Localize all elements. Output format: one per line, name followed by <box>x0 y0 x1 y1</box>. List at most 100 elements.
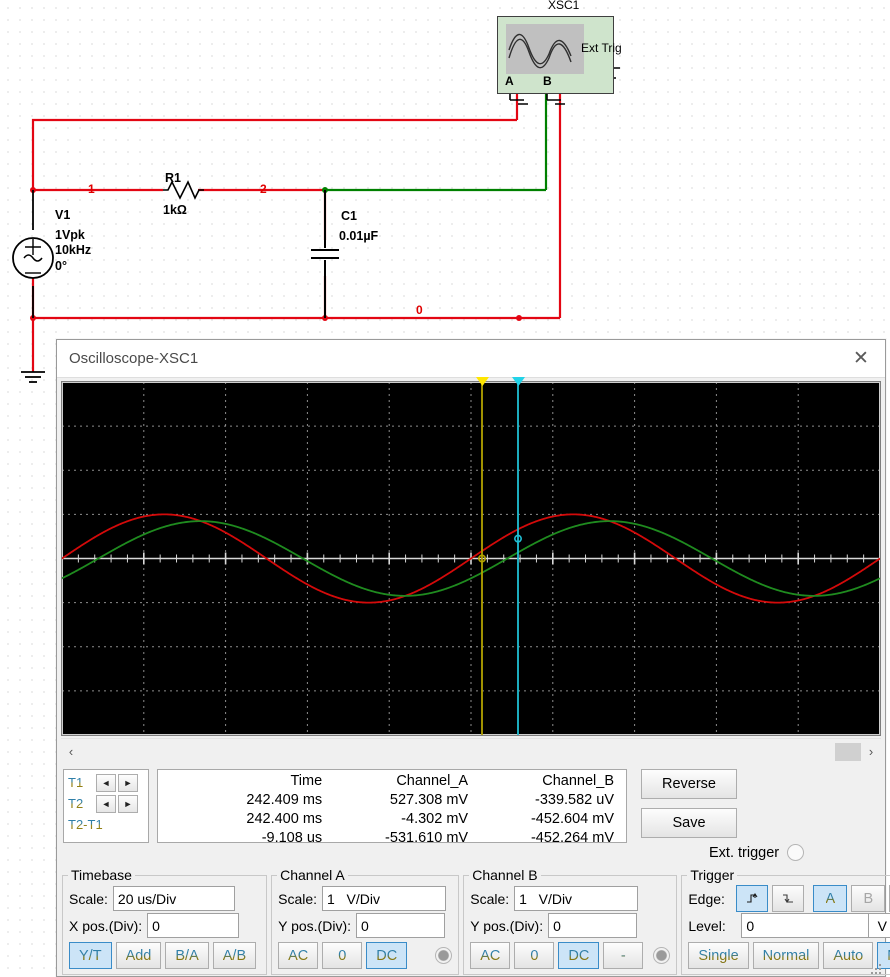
waveform-svg <box>62 382 880 735</box>
ext-trig-label: Ext Trig <box>581 41 622 55</box>
channel-a-legend: Channel A <box>280 867 345 883</box>
cursor-control-box[interactable]: T1 ◄ ► T2 ◄ ► T2-T1 <box>63 769 149 843</box>
trigger-source-b-button[interactable]: B <box>851 885 886 912</box>
timebase-xpos-input[interactable] <box>147 913 240 938</box>
reverse-button[interactable]: Reverse <box>641 769 737 799</box>
trigger-rising-edge-icon[interactable] <box>736 885 769 912</box>
scope-instrument-icon[interactable] <box>497 16 614 94</box>
channel-a-ypos-input[interactable] <box>356 913 445 938</box>
table-row: 242.409 ms 527.308 mV -339.582 uV <box>162 791 618 810</box>
t2-time-value: 242.400 ms <box>246 811 323 827</box>
timebase-xpos-row: X pos.(Div): <box>69 912 260 939</box>
readout-header-channel-a: Channel_A <box>396 773 469 789</box>
channel-a-scale-row: Scale: <box>278 885 452 912</box>
ext-trigger-label: Ext. trigger <box>709 844 780 861</box>
trigger-edge-label: Edge: <box>688 890 725 907</box>
channel-b-invert-button[interactable]: - <box>603 942 644 969</box>
channel-b-dc-button[interactable]: DC <box>558 942 600 969</box>
channel-b-scale-row: Scale: <box>470 885 670 912</box>
c1-value-label: 0.01µF <box>339 229 379 243</box>
timebase-scale-row: Scale: <box>69 885 260 912</box>
oscilloscope-window[interactable]: Oscilloscope-XSC1 ✕ ‹ › T1 ◄ ► T2 ◄ ► T2… <box>56 339 890 977</box>
v1-value-label: 1Vpk 10kHz 0° <box>55 228 92 273</box>
rising-edge-glyph <box>746 893 758 903</box>
trigger-normal-button[interactable]: Normal <box>752 942 820 969</box>
trigger-source-a-button[interactable]: A <box>813 885 848 912</box>
channel-b-scale-label: Scale: <box>470 890 510 907</box>
trigger-falling-edge-icon[interactable] <box>772 885 805 912</box>
window-titlebar[interactable]: Oscilloscope-XSC1 ✕ <box>57 340 885 378</box>
cursor-t2-label: T2 <box>68 796 94 811</box>
channel-a-coupling-buttons: AC 0 DC <box>278 942 453 969</box>
scope-icon-screen <box>506 24 584 74</box>
t1-channel-b-value: -339.582 uV <box>534 792 614 808</box>
net-label-2: 2 <box>260 182 267 196</box>
channel-a-ypos-label: Y pos.(Div): <box>278 917 351 934</box>
cursor-t1-row: T1 ◄ ► <box>68 772 144 793</box>
v1-ref-label: V1 <box>55 208 71 222</box>
net-label-0: 0 <box>416 303 423 317</box>
timebase-ab-button[interactable]: A/B <box>212 942 257 969</box>
probe-a-label: A <box>505 74 514 88</box>
trigger-level-unit[interactable]: V <box>868 913 890 938</box>
channel-b-indicator-icon[interactable] <box>653 947 671 964</box>
channel-a-ac-button[interactable]: AC <box>278 942 319 969</box>
timebase-yt-button[interactable]: Y/T <box>69 942 112 969</box>
channel-a-scale-input[interactable] <box>322 886 447 911</box>
trigger-single-button[interactable]: Single <box>688 942 749 969</box>
channel-a-dc-button[interactable]: DC <box>366 942 408 969</box>
trigger-legend: Trigger <box>690 867 735 883</box>
trigger-auto-button[interactable]: Auto <box>823 942 874 969</box>
channel-b-scale-input[interactable] <box>514 886 639 911</box>
resize-grip-icon[interactable] <box>871 962 883 974</box>
trigger-edge-row: Edge: A B Ext <box>688 885 890 912</box>
channel-b-ypos-label: Y pos.(Div): <box>470 917 544 934</box>
channel-b-group: Channel B Scale: Y pos.(Div): AC 0 DC - <box>463 867 678 975</box>
timebase-add-button[interactable]: Add <box>115 942 162 969</box>
scroll-right-icon[interactable]: › <box>861 744 881 759</box>
channel-a-gnd-button[interactable]: 0 <box>322 942 363 969</box>
trigger-level-input[interactable] <box>741 913 870 938</box>
cursor-t2-row: T2 ◄ ► <box>68 793 144 814</box>
c1-ref-label: C1 <box>341 209 357 223</box>
channel-b-gnd-button[interactable]: 0 <box>514 942 555 969</box>
timebase-mode-buttons: Y/T Add B/A A/B <box>69 942 260 969</box>
channel-b-ypos-input[interactable] <box>548 913 638 938</box>
timebase-scale-input[interactable] <box>112 886 235 911</box>
trigger-group: Trigger Edge: A B Ext Level: <box>681 867 890 975</box>
t2-channel-a-value: -4.302 mV <box>401 811 469 827</box>
cursor-t1-label: T1 <box>68 775 94 790</box>
waveform-display[interactable] <box>61 377 881 736</box>
t1-step-left-button[interactable]: ◄ <box>96 773 116 792</box>
timebase-ba-button[interactable]: B/A <box>165 942 209 969</box>
instrument-reference-label: XSC1 <box>548 0 580 12</box>
t2-step-right-button[interactable]: ► <box>118 794 138 813</box>
save-button[interactable]: Save <box>641 808 737 838</box>
t1-step-right-button[interactable]: ► <box>118 773 138 792</box>
channel-b-coupling-buttons: AC 0 DC - <box>470 942 671 969</box>
tdiff-channel-a-value: -531.610 mV <box>385 830 469 846</box>
scroll-left-icon[interactable]: ‹ <box>61 744 81 759</box>
r1-ref-label: R1 <box>165 171 181 185</box>
r1-value-label: 1kΩ <box>163 203 187 217</box>
trigger-mode-buttons: Single Normal Auto None <box>688 942 890 969</box>
timebase-scrollbar[interactable]: ‹ › <box>61 738 881 764</box>
probe-b-label: B <box>543 74 552 88</box>
measurement-row: T1 ◄ ► T2 ◄ ► T2-T1 Time Channel_A Chann… <box>63 769 879 861</box>
timebase-group: Timebase Scale: X pos.(Div): Y/T Add B/A… <box>62 867 268 975</box>
close-icon[interactable]: ✕ <box>843 344 879 374</box>
scope-side-panel: Reverse Save Ext. trigger <box>627 769 879 861</box>
cursor-diff-label: T2-T1 <box>68 817 103 832</box>
t2-channel-b-value: -452.604 mV <box>530 811 614 827</box>
measurement-readout-table: Time Channel_A Channel_B 242.409 ms 527.… <box>157 769 627 846</box>
scrollbar-track[interactable] <box>81 739 861 765</box>
scrollbar-thumb[interactable] <box>835 742 861 761</box>
t2-step-left-button[interactable]: ◄ <box>96 794 116 813</box>
ext-trigger-indicator-icon[interactable] <box>787 844 805 861</box>
readout-header-channel-b: Channel_B <box>542 773 614 789</box>
t1-time-value: 242.409 ms <box>246 792 323 808</box>
channel-a-indicator-icon[interactable] <box>435 947 453 964</box>
channel-b-ac-button[interactable]: AC <box>470 942 511 969</box>
timebase-scale-label: Scale: <box>69 890 108 907</box>
readout-header-time: Time <box>290 773 323 789</box>
